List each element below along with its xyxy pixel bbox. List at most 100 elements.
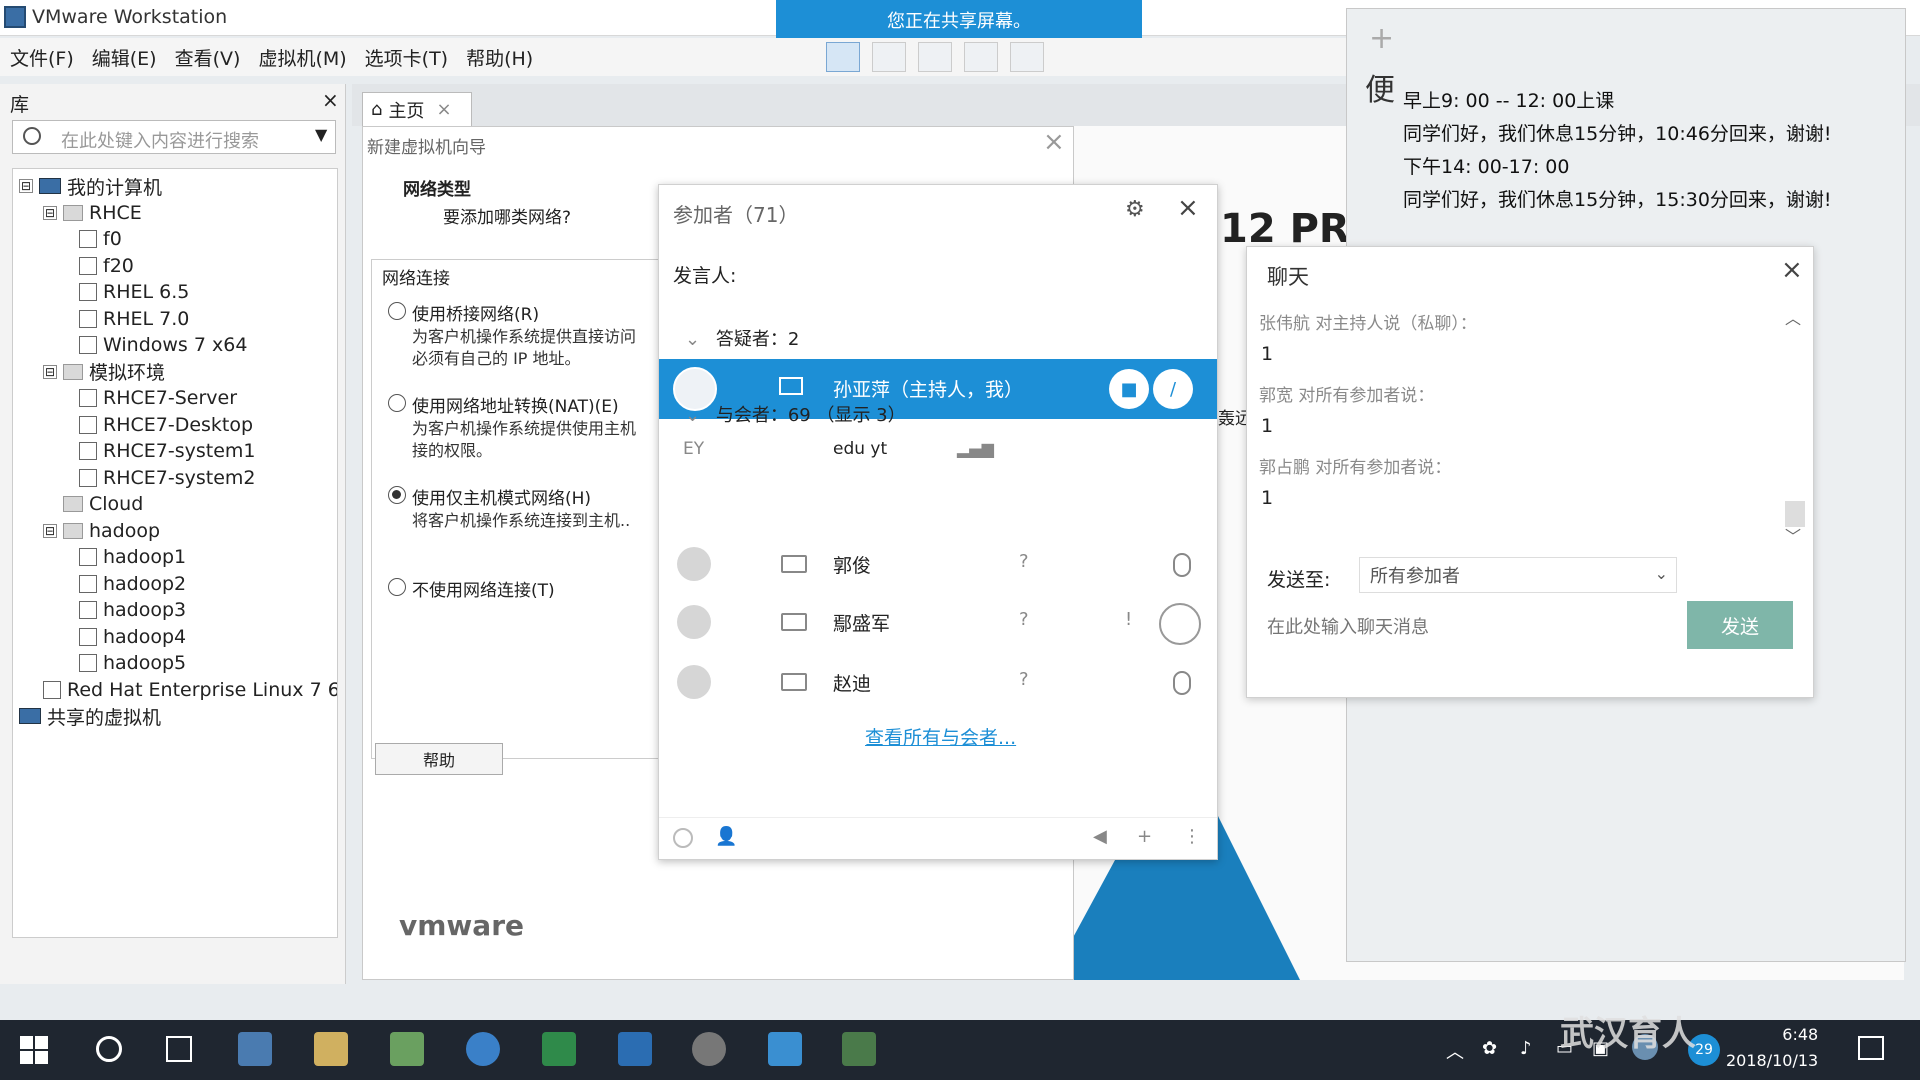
library-search-box[interactable]: 在此处键入内容进行搜索 ▼ <box>12 120 336 154</box>
fullscreen-icon[interactable] <box>918 42 952 72</box>
more-icon[interactable]: ⋮ <box>1183 826 1201 847</box>
tree-item[interactable]: 共享的虚拟机 <box>19 703 161 729</box>
tree-item[interactable]: RHCE7-Server <box>79 385 237 411</box>
menu-help[interactable]: 帮助(H) <box>466 44 533 71</box>
browser-icon[interactable] <box>466 1032 500 1066</box>
message-header: 郭宽 对所有参加者说： <box>1259 386 1435 406</box>
tree-item[interactable]: ⊟ 我的计算机 <box>19 173 162 199</box>
chevron-down-icon[interactable]: ﹀ <box>1785 523 1801 547</box>
invite-icon[interactable]: + <box>1137 826 1152 847</box>
library-close-button[interactable]: × <box>322 88 339 112</box>
screen-share-banner[interactable]: 您正在共享屏幕。 <box>776 0 1142 40</box>
tree-item[interactable]: hadoop1 <box>79 544 186 570</box>
wizard-help-button[interactable]: 帮助 <box>375 743 503 775</box>
tree-item[interactable]: Windows 7 x64 <box>79 332 247 358</box>
questioners-group[interactable]: ⌄ 答疑者：2 <box>685 325 799 351</box>
tree-item[interactable]: hadoop4 <box>79 624 186 650</box>
tree-item[interactable]: hadoop2 <box>79 571 186 597</box>
wizard-close-button[interactable]: × <box>1043 127 1065 157</box>
list-item[interactable]: 鄢盛军 ? ! <box>659 599 1217 655</box>
action-center-icon[interactable] <box>1858 1036 1884 1060</box>
chevron-up-icon[interactable]: ︿ <box>1785 305 1801 329</box>
tab-close-icon[interactable]: × <box>436 99 451 120</box>
menu-view[interactable]: 查看(V) <box>175 44 241 71</box>
list-item[interactable]: EY edu yt ▂▄▆ <box>659 425 1217 481</box>
send-button[interactable]: 发送 <box>1687 601 1793 649</box>
vmware-taskbar-icon[interactable] <box>618 1032 652 1066</box>
option-nat-label[interactable]: 使用网络地址转换(NAT)(E) <box>412 392 619 417</box>
library-view-icon[interactable] <box>826 42 860 72</box>
list-item[interactable]: 郭俊 ? <box>659 541 1217 597</box>
settings-gear-icon[interactable] <box>692 1032 726 1066</box>
status-icon[interactable] <box>673 828 693 848</box>
windows-start-icon[interactable] <box>20 1036 48 1064</box>
attendees-group[interactable]: ⌄ 与会者：69 （显示 3） <box>685 401 906 427</box>
option-host-only-label[interactable]: 使用仅主机模式网络(H) <box>412 484 591 509</box>
tree-item[interactable]: ⊟ 模拟环境 <box>43 359 165 385</box>
network-icon[interactable]: ✿ <box>1482 1038 1497 1059</box>
meeting-app-icon[interactable] <box>768 1032 802 1066</box>
tree-item[interactable]: f0 <box>79 226 122 252</box>
mic-muted-icon[interactable]: / <box>1153 369 1193 409</box>
tree-item[interactable]: hadoop3 <box>79 597 186 623</box>
list-item[interactable]: 赵迪 ? <box>659 659 1217 715</box>
tree-toggle-icon[interactable]: ⊟ <box>43 523 57 538</box>
option-bridged-label[interactable]: 使用桥接网络(R) <box>412 300 539 325</box>
participants-close-button[interactable]: × <box>1177 193 1199 223</box>
question-icon[interactable]: ? <box>1019 609 1029 630</box>
tree-item[interactable]: Cloud <box>43 491 143 517</box>
megaphone-icon[interactable]: ◀ <box>1093 826 1107 847</box>
radio-host-only[interactable] <box>388 486 406 504</box>
thumbnail-view-icon[interactable] <box>872 42 906 72</box>
tree-item[interactable]: ⊟ RHCE <box>43 200 142 226</box>
mic-muted-icon[interactable] <box>1173 553 1191 577</box>
chevron-up-icon[interactable]: ︿ <box>1446 1038 1464 1064</box>
chat-app-icon[interactable] <box>238 1032 272 1066</box>
menu-tabs[interactable]: 选项卡(T) <box>365 44 448 71</box>
notepad-icon[interactable] <box>390 1032 424 1066</box>
tree-toggle-icon[interactable]: ⊟ <box>43 205 57 220</box>
chat-message-input[interactable] <box>1267 609 1627 645</box>
radio-bridged[interactable] <box>388 302 406 320</box>
unity-icon[interactable] <box>964 42 998 72</box>
tree-toggle-icon[interactable]: ⊟ <box>43 364 57 379</box>
add-person-icon[interactable]: 👤 <box>715 826 737 847</box>
menu-edit[interactable]: 编辑(E) <box>92 44 157 71</box>
gear-icon[interactable]: ⚙ <box>1125 197 1145 222</box>
radio-no-network[interactable] <box>388 578 406 596</box>
file-explorer-icon[interactable] <box>314 1032 348 1066</box>
excel-icon[interactable] <box>542 1032 576 1066</box>
editor-app-icon[interactable] <box>842 1032 876 1066</box>
tree-item[interactable]: f20 <box>79 253 134 279</box>
tree-item[interactable]: RHCE7-Desktop <box>79 412 253 438</box>
video-camera-icon[interactable]: ■ <box>1109 369 1149 409</box>
send-to-select[interactable]: 所有参加者 ⌄ <box>1359 557 1677 593</box>
task-view-icon[interactable] <box>166 1036 192 1062</box>
search-dropdown-icon[interactable]: ▼ <box>315 125 327 144</box>
see-all-attendees-link[interactable]: 查看所有与会者... <box>865 723 1016 750</box>
tab-home[interactable]: ⌂ 主页 × <box>362 92 472 126</box>
radio-nat[interactable] <box>388 394 406 412</box>
cortana-icon[interactable] <box>96 1036 122 1062</box>
tree-toggle-icon[interactable]: ⊟ <box>19 179 33 193</box>
tree-item[interactable]: RHCE7-system2 <box>79 465 255 491</box>
tree-item[interactable]: RHEL 6.5 <box>79 279 189 305</box>
mic-muted-icon[interactable] <box>1173 671 1191 695</box>
tree-item[interactable]: RHCE7-system1 <box>79 438 255 464</box>
tree-item[interactable]: Red Hat Enterprise Linux 7 6 <box>43 677 337 703</box>
chat-close-button[interactable]: × <box>1781 255 1803 285</box>
console-view-icon[interactable] <box>1010 42 1044 72</box>
menu-vm[interactable]: 虚拟机(M) <box>258 44 346 71</box>
tree-item[interactable]: hadoop5 <box>79 650 186 676</box>
tree-item[interactable]: RHEL 7.0 <box>79 306 189 332</box>
clock[interactable]: 6:48 2018/10/13 <box>1726 1022 1818 1074</box>
menu-file[interactable]: 文件(F) <box>10 44 74 71</box>
tree-item[interactable]: ⊟ hadoop <box>43 518 160 544</box>
add-icon[interactable]: + <box>1369 21 1394 56</box>
question-icon[interactable]: ? <box>1019 669 1029 690</box>
mic-muted-icon[interactable] <box>1159 603 1201 645</box>
question-icon[interactable]: ? <box>1019 551 1029 572</box>
volume-icon[interactable]: ♪ <box>1520 1038 1532 1059</box>
option-no-network-label[interactable]: 不使用网络连接(T) <box>412 576 555 601</box>
vm-icon <box>79 654 97 672</box>
